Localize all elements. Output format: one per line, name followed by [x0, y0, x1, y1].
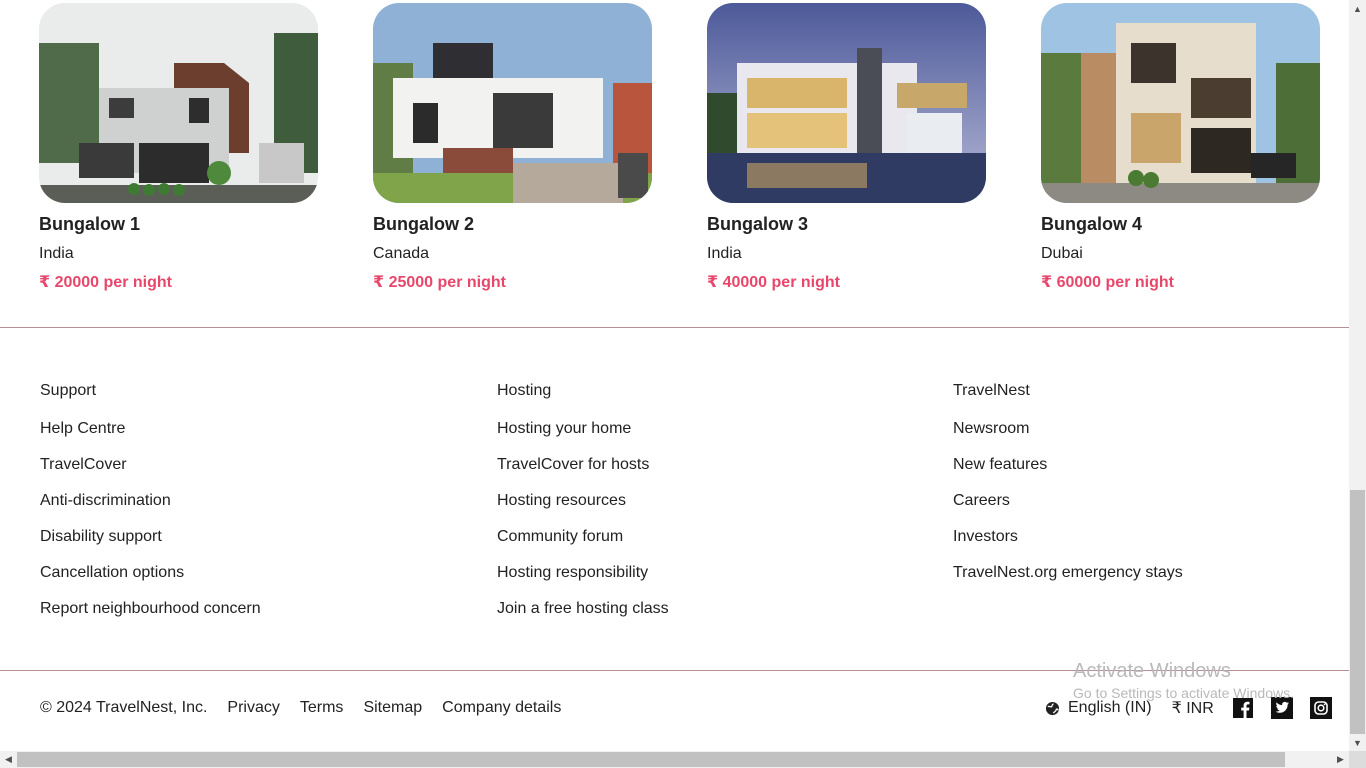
footer-link-disability-support[interactable]: Disability support: [40, 528, 162, 546]
scroll-left-icon[interactable]: ◀: [0, 751, 17, 768]
footer-link-travelcover[interactable]: TravelCover: [40, 456, 127, 474]
twitter-link[interactable]: [1270, 697, 1293, 719]
facebook-icon: [1232, 698, 1253, 718]
scroll-up-icon[interactable]: ▲: [1349, 0, 1366, 17]
scroll-down-icon[interactable]: ▼: [1349, 734, 1366, 751]
footer-divider-top: [0, 327, 1349, 328]
facebook-link[interactable]: [1232, 697, 1254, 719]
bungalow-2-image: [373, 3, 652, 203]
instagram-icon: [1309, 697, 1332, 719]
listing-price: ₹ 25000 per night: [373, 274, 506, 291]
listings-row: Bungalow 1 India ₹ 20000 per night Bunga…: [39, 3, 1320, 303]
footer-legal-bar: © 2024 TravelNest, Inc. Privacy Terms Si…: [40, 697, 581, 719]
currency-selector[interactable]: ₹ INR: [1172, 698, 1214, 718]
listing-title[interactable]: Bungalow 2: [373, 214, 474, 235]
listing-price: ₹ 20000 per night: [39, 274, 172, 291]
listing-title[interactable]: Bungalow 1: [39, 214, 140, 235]
terms-link[interactable]: Terms: [300, 699, 344, 717]
footer-link-free-hosting-class[interactable]: Join a free hosting class: [497, 600, 669, 618]
listing-photo[interactable]: [707, 3, 986, 203]
footer-link-hosting-responsibility[interactable]: Hosting responsibility: [497, 564, 648, 582]
company-details-link[interactable]: Company details: [442, 699, 561, 717]
privacy-link[interactable]: Privacy: [227, 699, 279, 717]
listing-title[interactable]: Bungalow 4: [1041, 214, 1142, 235]
footer-divider-bottom: [0, 670, 1349, 671]
scroll-right-icon[interactable]: ▶: [1332, 751, 1349, 768]
sitemap-link[interactable]: Sitemap: [363, 699, 422, 717]
footer-link-investors[interactable]: Investors: [953, 528, 1018, 546]
listing-card[interactable]: Bungalow 4 Dubai ₹ 60000 per night: [1041, 3, 1320, 291]
listing-card[interactable]: Bungalow 3 India ₹ 40000 per night: [707, 3, 986, 291]
vertical-scroll-thumb[interactable]: [1350, 490, 1365, 734]
footer-link-hosting-resources[interactable]: Hosting resources: [497, 492, 626, 510]
listing-location: Dubai: [1041, 245, 1083, 262]
footer-link-new-features[interactable]: New features: [953, 456, 1047, 474]
bungalow-1-image: [39, 3, 318, 203]
twitter-icon: [1270, 697, 1293, 719]
footer-link-cancellation-options[interactable]: Cancellation options: [40, 564, 184, 582]
footer-heading-support: Support: [40, 382, 97, 399]
footer-link-report-neighbourhood-concern[interactable]: Report neighbourhood concern: [40, 600, 261, 618]
footer-link-help-centre[interactable]: Help Centre: [40, 420, 125, 438]
scrollbar-corner: [1349, 751, 1366, 768]
footer-heading-hosting: Hosting: [497, 382, 552, 399]
listing-location: India: [707, 245, 742, 262]
listing-location: Canada: [373, 245, 430, 262]
listing-photo[interactable]: [373, 3, 652, 203]
horizontal-scroll-thumb[interactable]: [17, 752, 1285, 767]
footer-link-careers[interactable]: Careers: [953, 492, 1010, 510]
listing-photo[interactable]: [1041, 3, 1320, 203]
watermark-title: Activate Windows: [1073, 660, 1231, 682]
footer-link-newsroom[interactable]: Newsroom: [953, 420, 1029, 438]
globe-icon: [1045, 701, 1060, 715]
language-selector[interactable]: English (IN): [1045, 699, 1152, 717]
footer-link-hosting-your-home[interactable]: Hosting your home: [497, 420, 631, 438]
listing-card[interactable]: Bungalow 1 India ₹ 20000 per night: [39, 3, 318, 291]
listing-title[interactable]: Bungalow 3: [707, 214, 808, 235]
footer-link-community-forum[interactable]: Community forum: [497, 528, 623, 546]
bungalow-3-image: [707, 3, 986, 203]
listing-location: India: [39, 245, 74, 262]
listing-card[interactable]: Bungalow 2 Canada ₹ 25000 per night: [373, 3, 652, 291]
footer-link-anti-discrimination[interactable]: Anti-discrimination: [40, 492, 171, 510]
listing-price: ₹ 40000 per night: [707, 274, 840, 291]
language-label: English (IN): [1068, 699, 1152, 716]
listing-price: ₹ 60000 per night: [1041, 274, 1174, 291]
footer-link-emergency-stays[interactable]: TravelNest.org emergency stays: [953, 564, 1183, 582]
footer-heading-travelnest: TravelNest: [953, 382, 1030, 399]
instagram-link[interactable]: [1309, 697, 1332, 719]
listing-photo[interactable]: [39, 3, 318, 203]
bungalow-4-image: [1041, 3, 1320, 203]
footer-link-travelcover-for-hosts[interactable]: TravelCover for hosts: [497, 456, 649, 474]
footer-locale-bar: English (IN) ₹ INR: [1045, 695, 1349, 721]
vertical-scrollbar[interactable]: ▲ ▼: [1349, 0, 1366, 751]
horizontal-scrollbar[interactable]: ◀ ▶: [0, 751, 1349, 768]
copyright-text: © 2024 TravelNest, Inc.: [40, 699, 208, 716]
